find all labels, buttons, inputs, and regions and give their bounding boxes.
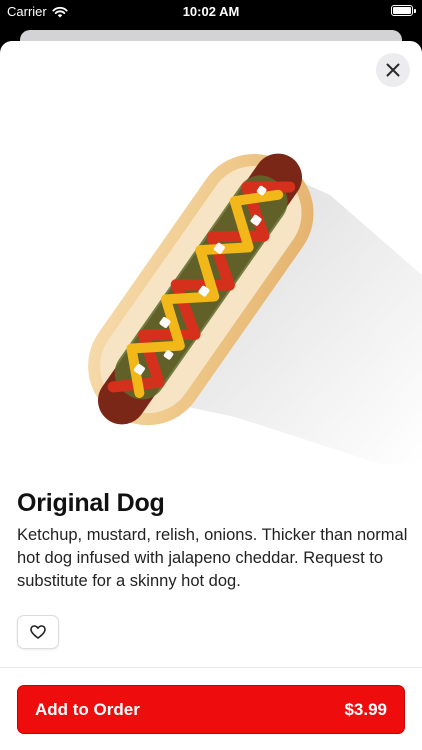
add-to-order-label: Add to Order [35,699,140,719]
product-title: Original Dog [17,489,165,517]
heart-outline-icon [30,625,46,639]
price-label: $3.99 [344,699,387,719]
favorite-button[interactable] [17,615,59,649]
status-time: 10:02 AM [182,4,240,19]
product-description: Ketchup, mustard, relish, onions. Thicke… [17,526,408,590]
close-icon [386,63,400,77]
battery-icon [391,5,416,16]
divider [0,667,422,668]
status-bar: Carrier 10:02 AM [0,0,422,24]
add-to-order-button[interactable]: Add to Order $3.99 [17,685,405,734]
product-image [88,153,422,464]
product-detail-sheet: Original Dog Ketchup, mustard, relish, o… [0,41,422,750]
close-button[interactable] [376,53,410,87]
